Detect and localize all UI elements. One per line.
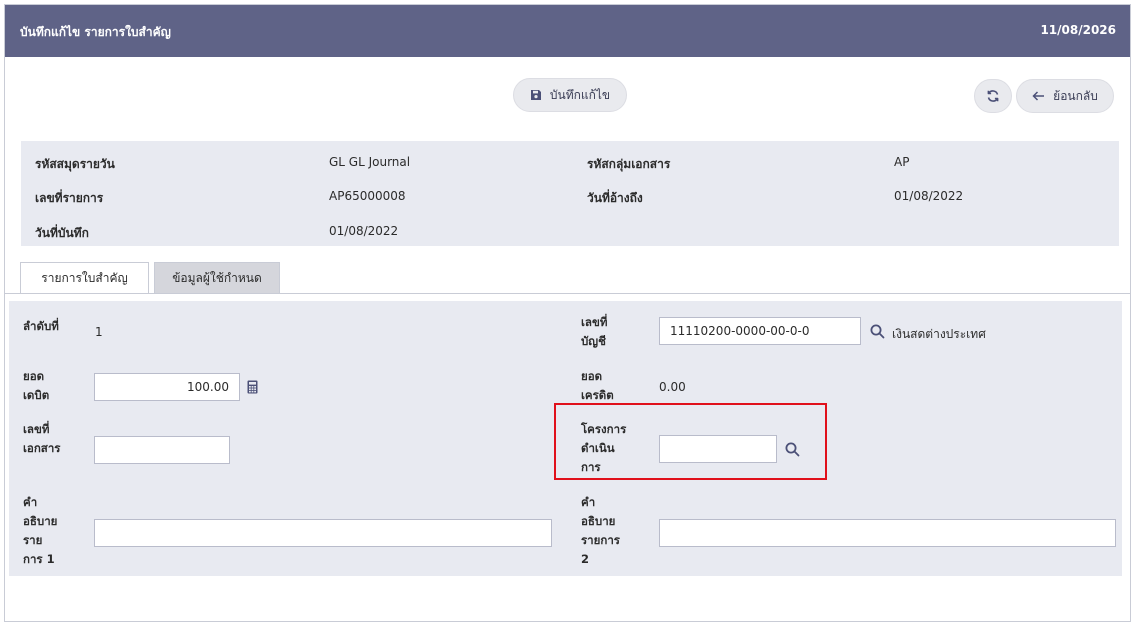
ref-date-label: วันที่อ้างถึง — [587, 191, 643, 205]
save-button-label: บันทึกแก้ไข — [549, 87, 611, 102]
account-input-value: 11110200-0000-00-0-0 — [670, 324, 810, 338]
page-title: บันทึกแก้ไข รายการใบสำคัญ — [20, 25, 171, 39]
floppy-disk-icon — [530, 89, 542, 101]
tab-user-defined[interactable]: ข้อมูลผู้ใช้กำหนด — [154, 262, 280, 294]
refresh-icon — [986, 89, 1000, 103]
header-date: 11/08/2026 — [1040, 23, 1116, 37]
debit-input-value: 100.00 — [187, 380, 229, 394]
back-button-label: ย้อนกลับ — [1053, 88, 1098, 103]
search-icon[interactable] — [870, 324, 885, 343]
journal-code-value: GL GL Journal — [329, 155, 411, 169]
tab-divider — [5, 293, 1130, 294]
ref-date-value: 01/08/2022 — [894, 189, 964, 203]
journal-code-label: รหัสสมุดรายวัน — [35, 157, 115, 171]
header-info-panel: รหัสสมุดรายวัน GL GL Journal รหัสกลุ่มเอ… — [21, 141, 1119, 246]
title-bar: บันทึกแก้ไข รายการใบสำคัญ 11/08/2026 — [5, 5, 1130, 57]
desc1-label: คำ อธิบาย ราย การ 1 — [23, 495, 58, 566]
tab-voucher-items[interactable]: รายการใบสำคัญ — [20, 262, 149, 294]
txn-no-label: เลขที่รายการ — [35, 191, 104, 205]
page-frame: บันทึกแก้ไข รายการใบสำคัญ 11/08/2026 บัน… — [4, 4, 1131, 622]
calculator-icon[interactable] — [247, 379, 258, 398]
account-name: เงินสดต่างประเทศ — [892, 327, 986, 341]
docno-label: เลขที่ เอกสาร — [23, 422, 61, 455]
highlight-box — [554, 403, 827, 480]
seq-value: 1 — [95, 325, 103, 339]
seq-label: ลำดับที่ — [23, 319, 59, 333]
txn-no-value: AP65000008 — [329, 189, 406, 203]
doc-group-value: AP — [894, 155, 910, 169]
debit-input[interactable]: 100.00 — [94, 373, 240, 401]
refresh-button[interactable] — [974, 79, 1012, 113]
credit-label: ยอด เครดิต — [581, 369, 614, 402]
record-date-value: 01/08/2022 — [329, 224, 399, 238]
account-input[interactable]: 11110200-0000-00-0-0 — [659, 317, 861, 345]
back-button[interactable]: ย้อนกลับ — [1016, 79, 1114, 113]
debit-label: ยอด เดบิต — [23, 369, 50, 402]
desc1-input[interactable] — [94, 519, 552, 547]
account-label: เลขที่ บัญชี — [581, 315, 608, 348]
docno-input[interactable] — [94, 436, 230, 464]
credit-value: 0.00 — [659, 380, 686, 394]
save-button[interactable]: บันทึกแก้ไข — [513, 78, 627, 112]
desc2-input[interactable] — [659, 519, 1116, 547]
arrow-left-icon — [1032, 90, 1045, 102]
desc2-label: คำ อธิบาย รายการ 2 — [581, 495, 620, 566]
record-date-label: วันที่บันทึก — [35, 226, 89, 240]
doc-group-label: รหัสกลุ่มเอกสาร — [587, 157, 671, 171]
